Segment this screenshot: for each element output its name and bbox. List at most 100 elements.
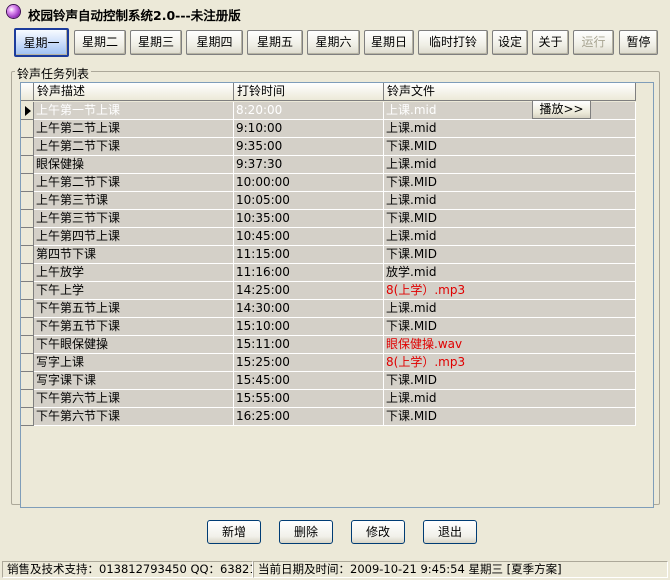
row-indicator[interactable] [21,174,34,192]
cell-file[interactable]: 眼保健操.wav [384,336,636,354]
cell-file[interactable]: 8(上学）.mp3 [384,282,636,300]
cell-file[interactable]: 下课.MID [384,138,636,156]
cell-file[interactable]: 下课.MID [384,210,636,228]
cell-desc[interactable]: 眼保健操 [34,156,234,174]
cell-time[interactable]: 15:55:00 [234,390,384,408]
table-row[interactable]: 上午第二节上课 9:10:00 上课.mid [21,120,636,138]
table-row[interactable]: 第四节下课 11:15:00 下课.MID [21,246,636,264]
cell-time[interactable]: 16:25:00 [234,408,384,426]
header-time[interactable]: 打铃时间 [234,83,384,101]
row-indicator[interactable] [21,300,34,318]
exit-button[interactable]: 退出 [423,520,477,544]
cell-desc[interactable]: 下午眼保健操 [34,336,234,354]
delete-button[interactable]: 删除 [279,520,333,544]
table-row[interactable]: 写字课下课 15:45:00 下课.MID [21,372,636,390]
cell-desc[interactable]: 写字上课 [34,354,234,372]
row-indicator[interactable] [21,192,34,210]
row-indicator[interactable] [21,318,34,336]
tab-thursday[interactable]: 星期四 [186,30,243,55]
cell-time[interactable]: 10:35:00 [234,210,384,228]
cell-file[interactable]: 上课.mid [384,390,636,408]
cell-file[interactable]: 下课.MID [384,318,636,336]
table-row[interactable]: 上午第三节课 10:05:00 上课.mid [21,192,636,210]
cell-time[interactable]: 14:30:00 [234,300,384,318]
table-row[interactable]: 上午第二节下课 9:35:00 下课.MID [21,138,636,156]
table-row[interactable]: 上午第二节下课 10:00:00 下课.MID [21,174,636,192]
cell-desc[interactable]: 上午第三节课 [34,192,234,210]
table-row[interactable]: 下午眼保健操 15:11:00 眼保健操.wav [21,336,636,354]
row-indicator[interactable] [21,210,34,228]
table-row[interactable]: 写字上课 15:25:00 8(上学）.mp3 [21,354,636,372]
tab-settings[interactable]: 设定 [492,30,528,55]
header-desc[interactable]: 铃声描述 [34,83,234,101]
cell-time[interactable]: 14:25:00 [234,282,384,300]
table-row[interactable]: 上午第三节下课 10:35:00 下课.MID [21,210,636,228]
cell-time[interactable]: 10:45:00 [234,228,384,246]
tab-saturday[interactable]: 星期六 [307,30,360,55]
row-indicator[interactable] [21,102,34,120]
bell-task-grid[interactable]: 铃声描述 打铃时间 铃声文件 上午第一节上课 8:20:00 上课.mid 上午第二节… [20,82,654,508]
cell-time[interactable]: 9:35:00 [234,138,384,156]
edit-button[interactable]: 修改 [351,520,405,544]
cell-file[interactable]: 上课.mid [384,102,636,120]
cell-time[interactable]: 15:45:00 [234,372,384,390]
cell-time[interactable]: 15:10:00 [234,318,384,336]
cell-file[interactable]: 下课.MID [384,372,636,390]
row-indicator[interactable] [21,228,34,246]
cell-file[interactable]: 8(上学）.mp3 [384,354,636,372]
table-row[interactable]: 下午第五节下课 15:10:00 下课.MID [21,318,636,336]
table-row[interactable]: 下午上学 14:25:00 8(上学）.mp3 [21,282,636,300]
cell-desc[interactable]: 下午第六节下课 [34,408,234,426]
row-indicator[interactable] [21,336,34,354]
tab-tuesday[interactable]: 星期二 [74,30,126,55]
cell-file[interactable]: 上课.mid [384,120,636,138]
table-row[interactable]: 上午第四节上课 10:45:00 上课.mid [21,228,636,246]
row-indicator[interactable] [21,120,34,138]
cell-file[interactable]: 上课.mid [384,156,636,174]
row-indicator[interactable] [21,372,34,390]
cell-time[interactable]: 15:11:00 [234,336,384,354]
cell-desc[interactable]: 下午第六节上课 [34,390,234,408]
row-indicator[interactable] [21,408,34,426]
table-row[interactable]: 下午第六节上课 15:55:00 上课.mid [21,390,636,408]
cell-file[interactable]: 下课.MID [384,174,636,192]
cell-desc[interactable]: 上午第三节下课 [34,210,234,228]
tab-friday[interactable]: 星期五 [247,30,303,55]
table-row[interactable]: 下午第五节上课 14:30:00 上课.mid [21,300,636,318]
cell-file[interactable]: 上课.mid [384,228,636,246]
table-row[interactable]: 上午放学 11:16:00 放学.mid [21,264,636,282]
cell-time[interactable]: 10:00:00 [234,174,384,192]
cell-time[interactable]: 8:20:00 [234,102,384,120]
cell-desc[interactable]: 下午上学 [34,282,234,300]
play-button[interactable]: 播放>> [532,100,591,119]
cell-desc[interactable]: 上午第二节下课 [34,174,234,192]
cell-time[interactable]: 10:05:00 [234,192,384,210]
cell-file[interactable]: 上课.mid [384,300,636,318]
tab-wednesday[interactable]: 星期三 [130,30,182,55]
tab-run[interactable]: 运行 [573,30,614,55]
row-indicator[interactable] [21,282,34,300]
header-file[interactable]: 铃声文件 [384,83,636,101]
cell-desc[interactable]: 上午放学 [34,264,234,282]
row-indicator[interactable] [21,138,34,156]
cell-desc[interactable]: 上午第二节上课 [34,120,234,138]
cell-desc[interactable]: 上午第一节上课 [34,102,234,120]
cell-file[interactable]: 上课.mid [384,192,636,210]
cell-desc[interactable]: 上午第四节上课 [34,228,234,246]
table-row[interactable]: 眼保健操 9:37:30 上课.mid [21,156,636,174]
row-indicator[interactable] [21,246,34,264]
cell-desc[interactable]: 上午第二节下课 [34,138,234,156]
cell-file[interactable]: 下课.MID [384,246,636,264]
cell-time[interactable]: 15:25:00 [234,354,384,372]
row-indicator[interactable] [21,156,34,174]
cell-desc[interactable]: 下午第五节上课 [34,300,234,318]
cell-time[interactable]: 9:10:00 [234,120,384,138]
cell-time[interactable]: 11:15:00 [234,246,384,264]
tab-temp-ring[interactable]: 临时打铃 [418,30,488,55]
row-indicator[interactable] [21,264,34,282]
cell-desc[interactable]: 下午第五节下课 [34,318,234,336]
cell-desc[interactable]: 第四节下课 [34,246,234,264]
table-row[interactable]: 下午第六节下课 16:25:00 下课.MID [21,408,636,426]
cell-time[interactable]: 9:37:30 [234,156,384,174]
cell-desc[interactable]: 写字课下课 [34,372,234,390]
